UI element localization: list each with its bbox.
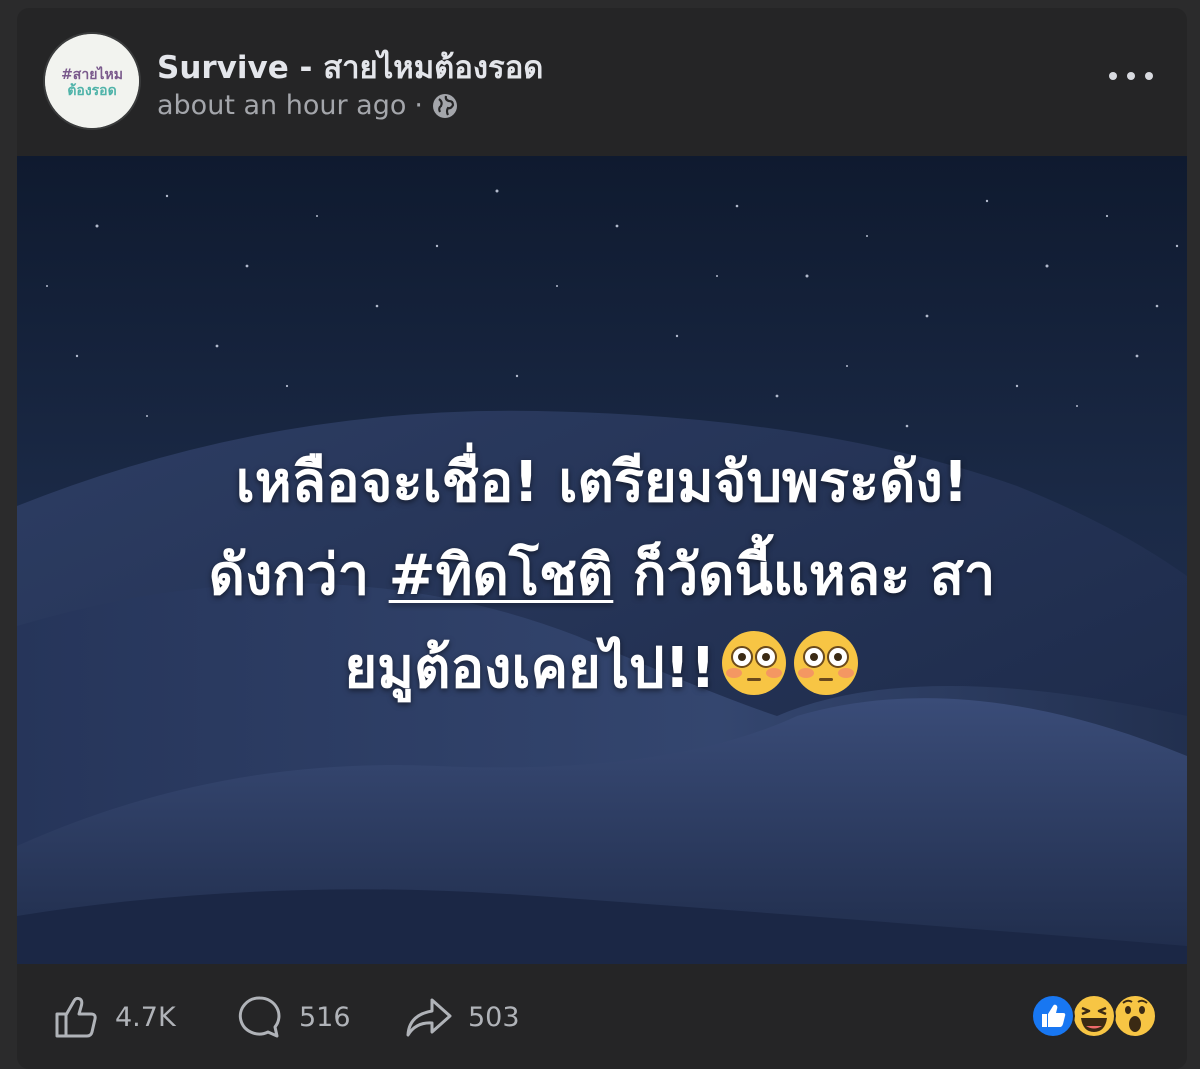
- caption-line-3: ยมูต้องเคยไป!!: [77, 622, 1127, 715]
- flushed-face-icon: [721, 631, 786, 695]
- share-count: 503: [468, 1001, 520, 1033]
- comment-bubble-icon: [238, 996, 281, 1038]
- caption-line-2-suffix: ก็วัดนี้แหละ สา: [613, 543, 996, 608]
- globe-icon[interactable]: [431, 92, 459, 120]
- like-button[interactable]: 4.7K: [51, 992, 176, 1042]
- caption-line-3-text: ยมูต้องเคยไป!!: [344, 636, 716, 701]
- caption-line-1: เหลือจะเชื่อ! เตรียมจับพระดัง!: [235, 450, 969, 515]
- meta-separator: ·: [414, 90, 423, 121]
- like-icon: [1031, 994, 1075, 1038]
- avatar-text-2: ต้องรอด: [67, 83, 116, 99]
- post-timestamp[interactable]: about an hour ago: [157, 90, 406, 121]
- haha-icon: [1072, 994, 1116, 1038]
- share-arrow-icon: [406, 998, 452, 1037]
- post-meta: about an hour ago ·: [157, 90, 459, 121]
- page-avatar[interactable]: #สายไหม ต้องรอด: [45, 34, 139, 128]
- page-logo: #สายไหม ต้องรอด: [45, 34, 139, 128]
- post-actions: 4.7K 516 503: [17, 964, 1187, 1069]
- more-options-icon[interactable]: [1109, 64, 1153, 88]
- avatar-text-1: #สายไหม: [61, 65, 123, 83]
- comment-count: 516: [299, 1001, 351, 1033]
- share-button[interactable]: 503: [402, 992, 520, 1042]
- page-name-link[interactable]: Survive - สายไหมต้องรอด: [157, 42, 543, 92]
- caption-line-2-prefix: ดังกว่า: [208, 543, 389, 608]
- flushed-face-icon: [793, 631, 858, 695]
- caption-line-2: ดังกว่า #ทิดโชติ ก็วัดนี้แหละ สา: [77, 529, 1127, 622]
- post-card: #สายไหม ต้องรอด Survive - สายไหมต้องรอด …: [17, 8, 1187, 1069]
- wow-icon: [1113, 994, 1157, 1038]
- comment-button[interactable]: 516: [235, 992, 351, 1042]
- like-count: 4.7K: [115, 1001, 176, 1033]
- image-caption: เหลือจะเชื่อ! เตรียมจับพระดัง! ดังกว่า #…: [77, 436, 1127, 715]
- hashtag-link[interactable]: #ทิดโชติ: [389, 543, 614, 608]
- post-image[interactable]: เหลือจะเชื่อ! เตรียมจับพระดัง! ดังกว่า #…: [17, 156, 1187, 964]
- reactions-summary[interactable]: [1031, 994, 1157, 1038]
- thumbs-up-icon: [55, 996, 97, 1038]
